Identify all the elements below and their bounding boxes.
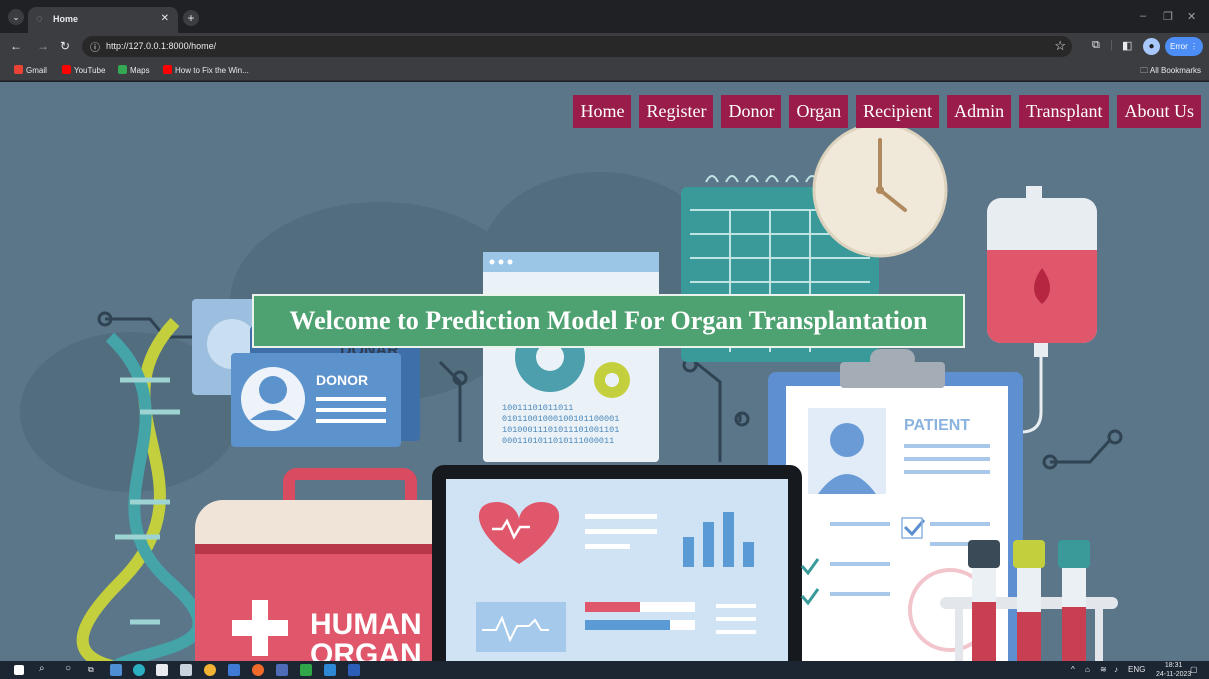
browser-tab-strip: ⌄ ◌ Home ✕ + – ❐ ✕: [0, 0, 1209, 33]
speaker-icon[interactable]: ♪: [1114, 665, 1118, 674]
tab-home[interactable]: ◌ Home ✕: [28, 7, 178, 33]
cortana-icon[interactable]: ○: [65, 663, 71, 674]
binary-line: 01011001000100101100001: [502, 414, 619, 424]
app-icon[interactable]: [276, 664, 288, 676]
photos-icon[interactable]: [228, 664, 240, 676]
windows-start-icon[interactable]: [14, 665, 24, 675]
globe-icon: ◌: [36, 13, 43, 25]
language-indicator[interactable]: ENG: [1128, 665, 1145, 674]
vscode-icon[interactable]: [324, 664, 336, 676]
nav-admin[interactable]: Admin: [947, 95, 1012, 128]
box-text-organ: ORGAN: [310, 638, 422, 661]
close-window-icon[interactable]: ✕: [1187, 10, 1196, 23]
nav-organ[interactable]: Organ: [789, 95, 849, 128]
all-bookmarks[interactable]: 🗀 All Bookmarks: [1140, 65, 1201, 79]
toolbar-divider: |: [1110, 39, 1113, 51]
tab-title: Home: [53, 14, 79, 24]
page-viewport: DONAR DONOR 10011101011011 0101100100010…: [0, 82, 1209, 661]
bookmark-maps[interactable]: Maps: [118, 65, 150, 75]
main-navigation: Home Register Donor Organ Recipient Admi…: [573, 95, 1201, 128]
tab-search-chevron-icon[interactable]: ⌄: [8, 9, 24, 25]
site-info-icon[interactable]: ⓘ: [90, 39, 100, 54]
chrome-icon[interactable]: [204, 664, 216, 676]
bookmarks-bar: Gmail YouTube Maps How to Fix the Win...…: [0, 60, 1209, 81]
laptop-monitor-illustration: [432, 465, 802, 661]
pycharm-icon[interactable]: [300, 664, 312, 676]
network-icon[interactable]: ⌂: [1085, 665, 1090, 674]
binary-line: 0001101011010111000011: [502, 436, 614, 446]
minimize-icon[interactable]: –: [1140, 10, 1146, 22]
binary-line: 10011101011011: [502, 403, 573, 413]
folder-icon: 🗀: [1140, 66, 1150, 75]
windows-taskbar: ⌕ ○ ⧉ ^ ⌂ ≋ ♪ ENG 18:31 24-11-2023 ▢: [0, 661, 1209, 679]
nav-home[interactable]: Home: [573, 95, 632, 128]
code-panel-illustration: 10011101011011 01011001000100101100001 1…: [483, 252, 659, 462]
word-icon[interactable]: [348, 664, 360, 676]
firefox-icon[interactable]: [252, 664, 264, 676]
file-explorer-icon[interactable]: [110, 664, 122, 676]
task-view-icon[interactable]: ⧉: [88, 665, 94, 675]
browser-toolbar: ← → ↻ ⓘ http://127.0.0.1:8000/home/ ☆ ⧉ …: [0, 33, 1209, 60]
nav-register[interactable]: Register: [639, 95, 714, 128]
profile-avatar-icon[interactable]: ●: [1143, 38, 1160, 55]
nav-about-us[interactable]: About Us: [1117, 95, 1201, 128]
nav-donor[interactable]: Donor: [721, 95, 782, 128]
reload-icon[interactable]: ↻: [60, 39, 70, 53]
welcome-banner: Welcome to Prediction Model For Organ Tr…: [252, 294, 965, 348]
wifi-icon[interactable]: ≋: [1100, 665, 1107, 674]
clock-time: 18:31: [1164, 662, 1183, 669]
tray-chevron-icon[interactable]: ^: [1071, 665, 1075, 674]
binary-line: 10100011101011101001101: [502, 425, 619, 435]
side-panel-icon[interactable]: ◧: [1122, 39, 1132, 52]
forward-arrow-icon[interactable]: →: [37, 39, 49, 53]
nav-recipient[interactable]: Recipient: [856, 95, 940, 128]
error-label: Error: [1169, 42, 1188, 51]
bookmark-star-icon[interactable]: ☆: [1054, 38, 1066, 54]
donor-card-text: DONOR: [316, 372, 368, 388]
search-icon[interactable]: ⌕: [39, 663, 45, 674]
clock-datetime[interactable]: 18:31 24-11-2023: [1156, 661, 1191, 679]
bookmark-youtube[interactable]: YouTube: [62, 65, 105, 75]
store-icon[interactable]: [156, 664, 168, 676]
tab-close-icon[interactable]: ✕: [161, 13, 169, 24]
bookmark-how-to-fix[interactable]: How to Fix the Win...: [163, 65, 249, 75]
restore-icon[interactable]: ❐: [1163, 10, 1173, 23]
box-text-human: HUMAN: [310, 608, 422, 641]
edge-icon[interactable]: [133, 664, 145, 676]
url-text[interactable]: http://127.0.0.1:8000/home/: [106, 41, 216, 51]
error-button[interactable]: Error ⋮: [1165, 37, 1203, 56]
back-arrow-icon[interactable]: ←: [10, 39, 22, 53]
clock-illustration: [812, 122, 948, 258]
hero-illustration: DONAR DONOR 10011101011011 0101100100010…: [20, 122, 1123, 661]
mail-icon[interactable]: [180, 664, 192, 676]
clock-date: 24-11-2023: [1156, 671, 1192, 678]
new-tab-plus-icon[interactable]: +: [183, 10, 199, 26]
youtube-icon: [62, 65, 71, 74]
extensions-puzzle-icon[interactable]: ⧉: [1092, 39, 1100, 52]
nav-transplant[interactable]: Transplant: [1019, 95, 1110, 128]
address-bar[interactable]: ⓘ http://127.0.0.1:8000/home/ ☆: [82, 36, 1072, 57]
youtube-icon: [163, 65, 172, 74]
gmail-icon: [14, 65, 23, 74]
bookmark-gmail[interactable]: Gmail: [14, 65, 47, 75]
maps-icon: [118, 65, 127, 74]
patient-label-text: PATIENT: [904, 417, 970, 434]
notifications-icon[interactable]: ▢: [1190, 665, 1198, 674]
